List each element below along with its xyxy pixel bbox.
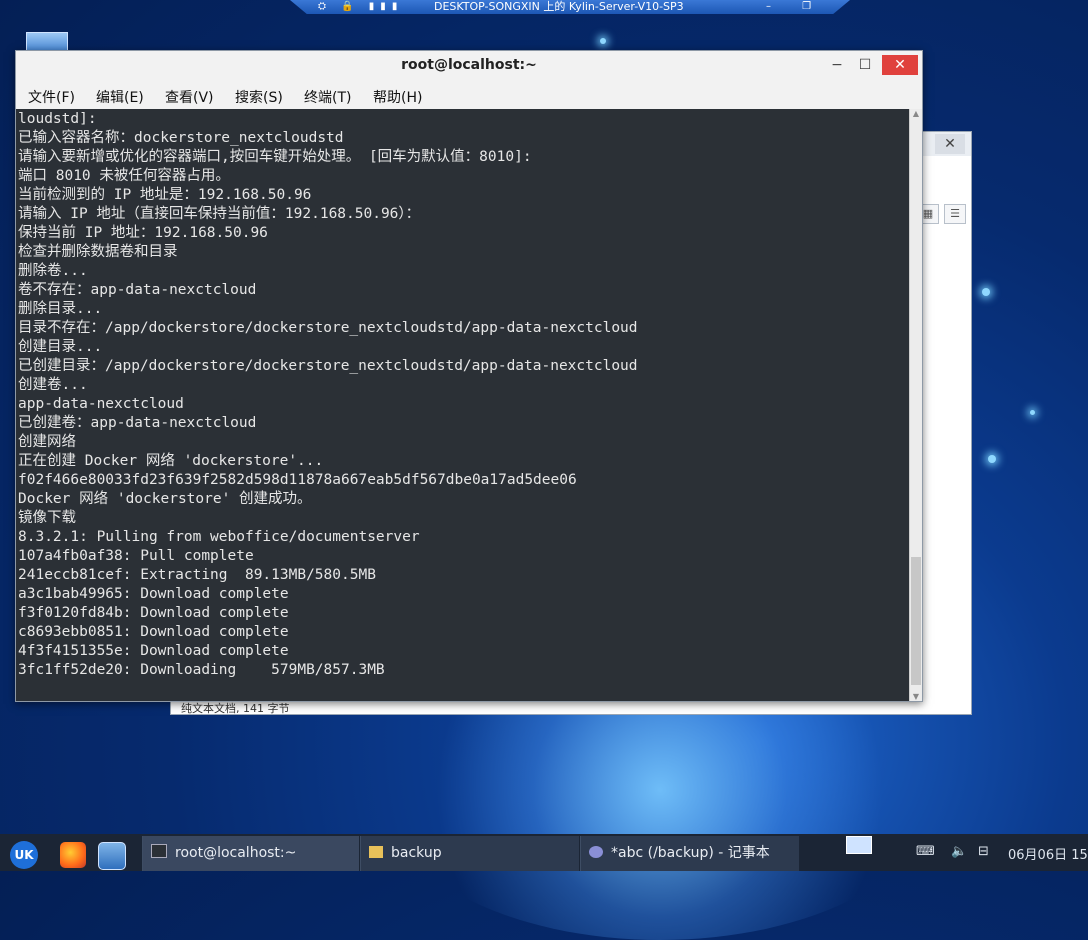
show-desktop-icon[interactable] — [846, 836, 872, 854]
terminal-line: 删除目录... — [18, 301, 103, 317]
rdp-title: DESKTOP-SONGXIN 上的 Kylin-Server-V10-SP3 — [434, 0, 684, 13]
desktop-network-node — [600, 38, 606, 44]
terminal-text: loudstd]: 已输入容器名称：dockerstore_nextcloudst… — [16, 109, 909, 681]
desktop-network-node — [1030, 410, 1035, 415]
close-button[interactable]: ✕ — [882, 55, 918, 75]
terminal-line: 创建目录... — [18, 339, 103, 355]
terminal-line: f02f466e80033fd23f639f2582d598d11878a667… — [18, 472, 577, 488]
volume-icon[interactable]: 🔈 — [951, 844, 967, 859]
terminal-line: Docker 网络 'dockerstore' 创建成功。 — [18, 491, 312, 507]
terminal-line: 删除卷... — [18, 263, 88, 279]
terminal-line: 创建卷... — [18, 377, 88, 393]
menu-edit[interactable]: 编辑(E) — [96, 87, 144, 107]
terminal-line: 创建网络 — [18, 434, 76, 450]
taskbar-item-notepad[interactable]: *abc (/backup) - 记事本 — [580, 836, 799, 871]
terminal-line: 检查并删除数据卷和目录 — [18, 244, 178, 260]
terminal-line: 端口 8010 未被任何容器占用。 — [18, 168, 230, 184]
scroll-up-arrow-icon[interactable]: ▲ — [910, 109, 922, 118]
terminal-line: a3c1bab49965: Download complete — [18, 586, 289, 602]
network-icon[interactable]: ⊟ — [978, 844, 989, 859]
notepad-list-icon[interactable]: ☰ — [944, 204, 966, 224]
clock[interactable]: 06月06日 15 — [1008, 844, 1088, 863]
terminal-output[interactable]: loudstd]: 已输入容器名称：dockerstore_nextcloudst… — [16, 109, 909, 701]
terminal-scrollbar[interactable]: ▲ ▼ — [909, 109, 922, 701]
file-manager-icon[interactable] — [98, 842, 126, 870]
terminal-line: loudstd]: — [18, 111, 97, 127]
firefox-icon[interactable] — [60, 842, 86, 868]
taskbar-item-label: backup — [391, 845, 442, 861]
remote-desktop-bar: ⛭ 🔒 ▮▮▮ DESKTOP-SONGXIN 上的 Kylin-Server-… — [290, 0, 850, 14]
terminal-line: 目录不存在：/app/dockerstore/dockerstore_nextc… — [18, 320, 638, 336]
taskbar: UK root@localhost:~ backup *abc (/backup… — [0, 834, 1088, 871]
desktop-network-node — [988, 455, 996, 463]
terminal-line: 卷不存在：app-data-nexctcloud — [18, 282, 257, 298]
taskbar-item-label: root@localhost:~ — [175, 845, 297, 861]
menu-help[interactable]: 帮助(H) — [373, 87, 422, 107]
start-menu-button[interactable]: UK — [10, 841, 38, 869]
terminal-line: 107a4fb0af38: Pull complete — [18, 548, 254, 564]
terminal-line: 已创建卷：app-data-nexctcloud — [18, 415, 257, 431]
menu-search[interactable]: 搜索(S) — [235, 87, 283, 107]
menu-view[interactable]: 查看(V) — [165, 87, 214, 107]
menu-file[interactable]: 文件(F) — [28, 87, 75, 107]
minimize-button[interactable]: − — [826, 55, 848, 75]
taskbar-item-backup[interactable]: backup — [360, 836, 579, 871]
notepad-close-button[interactable]: ✕ — [935, 134, 965, 154]
terminal-line: 正在创建 Docker 网络 'dockerstore'... — [18, 453, 324, 469]
terminal-line: 8.3.2.1: Pulling from weboffice/document… — [18, 529, 420, 545]
notepad-icon — [589, 846, 603, 858]
terminal-line: c8693ebb0851: Download complete — [18, 624, 289, 640]
terminal-icon — [151, 844, 167, 858]
terminal-line: 保持当前 IP 地址：192.168.50.96 — [18, 225, 268, 241]
terminal-line: 当前检测到的 IP 地址是：192.168.50.96 — [18, 187, 312, 203]
menu-terminal[interactable]: 终端(T) — [304, 87, 351, 107]
terminal-line: 已创建目录：/app/dockerstore/dockerstore_nextc… — [18, 358, 638, 374]
scrollbar-thumb[interactable] — [911, 557, 921, 685]
terminal-line: 请输入 IP 地址（直接回车保持当前值：192.168.50.96）： — [18, 206, 421, 222]
terminal-line: 241eccb81cef: Extracting 89.13MB/580.5MB — [18, 567, 376, 583]
taskbar-item-terminal[interactable]: root@localhost:~ — [142, 836, 359, 871]
terminal-line: 3fc1ff52de20: Downloading 579MB/857.3MB — [18, 662, 385, 678]
terminal-line: 4f3f4151355e: Download complete — [18, 643, 289, 659]
terminal-line: 请输入要新增或优化的容器端口,按回车键开始处理。 [回车为默认值：8010]: — [18, 149, 532, 165]
terminal-window[interactable]: root@localhost:~ − ☐ ✕ 文件(F) 编辑(E) 查看(V)… — [15, 50, 923, 702]
terminal-line: 已输入容器名称：dockerstore_nextcloudstd — [18, 130, 344, 146]
desktop-network-node — [982, 288, 990, 296]
maximize-button[interactable]: ☐ — [854, 55, 876, 75]
notepad-status-bar: 纯文本文档, 141 字节 — [181, 702, 290, 715]
taskbar-item-label: *abc (/backup) - 记事本 — [611, 845, 770, 861]
terminal-line: app-data-nexctcloud — [18, 396, 184, 412]
scroll-down-arrow-icon[interactable]: ▼ — [910, 692, 922, 701]
terminal-line: f3f0120fd84b: Download complete — [18, 605, 289, 621]
folder-icon — [369, 846, 383, 858]
terminal-line: 镜像下载 — [18, 510, 76, 526]
rdp-window-controls[interactable]: – ❐ ✕ — [766, 0, 850, 14]
terminal-title[interactable]: root@localhost:~ — [16, 51, 922, 79]
menu-bar: 文件(F) 编辑(E) 查看(V) 搜索(S) 终端(T) 帮助(H) — [16, 83, 922, 107]
rdp-bar-icons[interactable]: ⛭ 🔒 ▮▮▮ — [318, 0, 403, 13]
keyboard-icon[interactable]: ⌨ — [916, 844, 935, 859]
